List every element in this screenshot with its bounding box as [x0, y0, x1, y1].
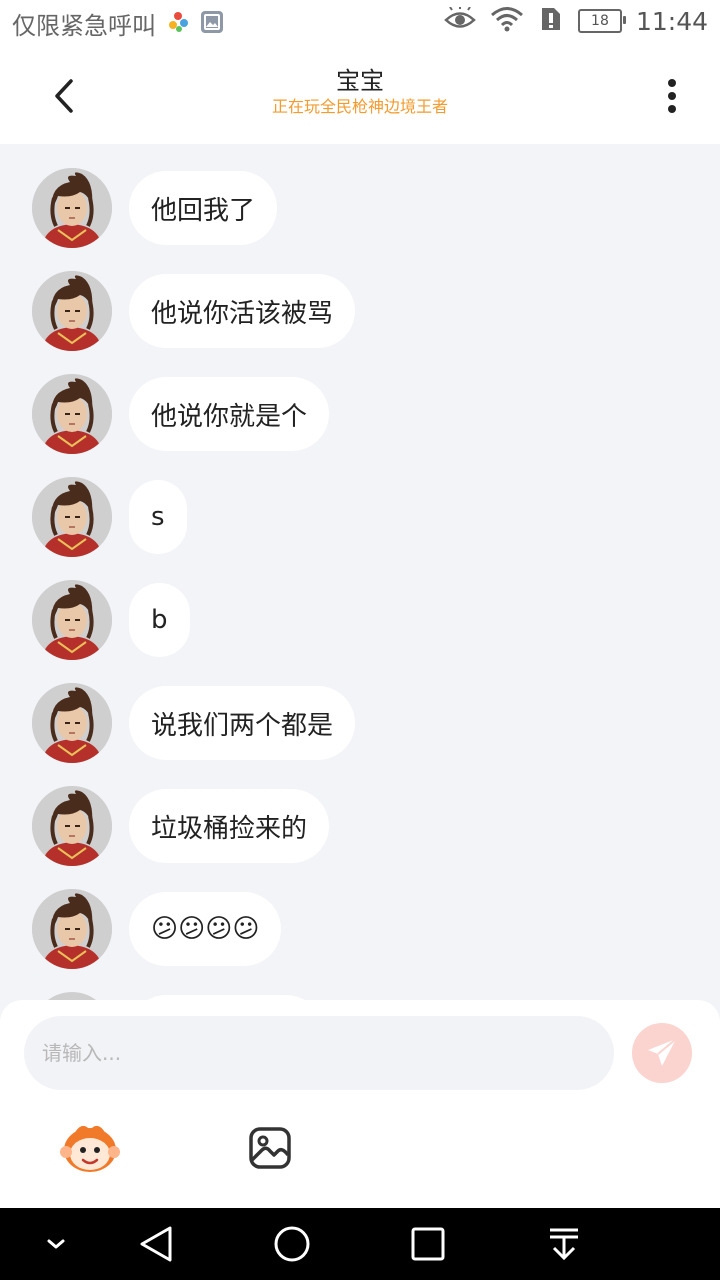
circle-home-icon: [274, 1226, 310, 1262]
chevron-down-icon: [47, 1239, 65, 1249]
pull-down-icon: [550, 1228, 578, 1261]
emoji-button[interactable]: [60, 1120, 120, 1176]
message-input[interactable]: [24, 1016, 614, 1090]
image-icon: [249, 1127, 291, 1169]
status-right: 18 11:44: [444, 6, 708, 36]
battery-indicator: 18: [577, 9, 626, 33]
nav-collapse-button[interactable]: [32, 1220, 80, 1268]
status-carrier-text: 仅限紧急呼叫: [12, 12, 156, 40]
message-bubble[interactable]: s: [129, 480, 187, 554]
message-row: s: [32, 477, 187, 557]
sender-avatar[interactable]: [32, 580, 112, 660]
triangle-back-icon: [140, 1226, 172, 1262]
paper-plane-icon: [648, 1038, 677, 1066]
message-bubble[interactable]: b: [129, 583, 190, 657]
square-recents-icon: [411, 1227, 445, 1261]
sender-avatar[interactable]: [32, 374, 112, 454]
status-clock: 11:44: [635, 6, 708, 36]
message-row: 垃圾桶捡来的: [32, 786, 330, 866]
more-options-button[interactable]: [648, 72, 696, 120]
chat-title-block: 宝宝 正在玩全民枪神边境王者: [0, 66, 720, 118]
message-row: b: [32, 580, 190, 660]
app-notification-icon: [166, 10, 190, 38]
send-button[interactable]: [632, 1023, 692, 1083]
composer-panel: [0, 1000, 720, 1208]
chat-header: 宝宝 正在玩全民枪神边境王者: [0, 48, 720, 144]
more-vertical-icon: [668, 79, 676, 113]
status-left: 仅限紧急呼叫: [12, 6, 224, 41]
message-row: 他回我了: [32, 168, 278, 248]
wifi-icon: [490, 6, 524, 36]
sender-avatar[interactable]: [32, 271, 112, 351]
nav-back-button[interactable]: [132, 1220, 180, 1268]
message-bubble[interactable]: 说我们两个都是: [129, 686, 356, 760]
sender-avatar[interactable]: [32, 477, 112, 557]
message-row: 说我们两个都是: [32, 683, 356, 763]
chat-status: 正在玩全民枪神边境王者: [271, 97, 448, 116]
message-bubble[interactable]: 😕😕😕😕: [129, 892, 282, 966]
sender-avatar[interactable]: [32, 683, 112, 763]
message-row: 😕😕😕😕: [32, 889, 282, 969]
nav-notification-pull-button[interactable]: [540, 1220, 588, 1268]
message-bubble[interactable]: 他说你就是个: [129, 377, 330, 451]
nav-recents-button[interactable]: [404, 1220, 452, 1268]
system-nav-bar: [0, 1208, 720, 1280]
message-list[interactable]: 他回我了 他说你活该被骂 他说你就是个 s b 说我们两个都是 垃圾桶捡来的 😕…: [0, 144, 720, 1000]
image-button[interactable]: [240, 1120, 300, 1176]
sender-avatar[interactable]: [32, 786, 112, 866]
sim-alert-icon: [538, 6, 564, 36]
message-row: 他说你活该被骂: [32, 271, 356, 351]
message-bubble[interactable]: 他说你活该被骂: [129, 274, 356, 348]
chat-title: 宝宝: [336, 67, 384, 95]
message-row-partial: [32, 992, 323, 1000]
gallery-notification-icon: [200, 10, 224, 38]
message-bubble[interactable]: 他回我了: [129, 171, 278, 245]
message-row: 他说你就是个: [32, 374, 330, 454]
nav-home-button[interactable]: [268, 1220, 316, 1268]
sender-avatar[interactable]: [32, 168, 112, 248]
sender-avatar: [32, 992, 112, 1000]
eye-icon: [444, 6, 476, 35]
message-bubble[interactable]: 垃圾桶捡来的: [129, 789, 330, 863]
monkey-emoji-icon: [60, 1125, 120, 1172]
status-bar: 仅限紧急呼叫 18 11:44: [0, 0, 720, 48]
sender-avatar[interactable]: [32, 889, 112, 969]
